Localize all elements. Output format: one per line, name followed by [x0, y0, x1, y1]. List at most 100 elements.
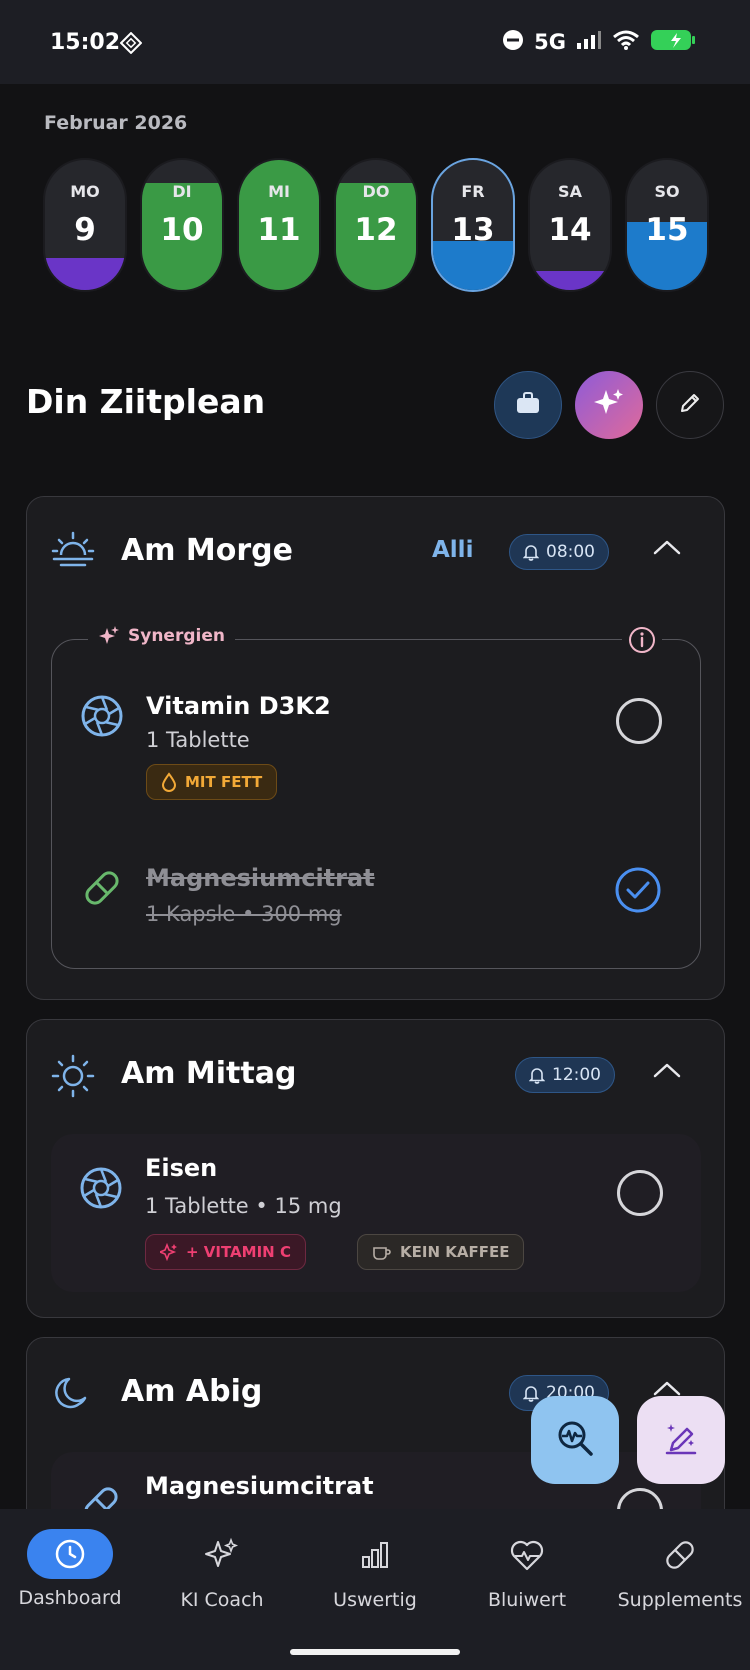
bell-icon: [523, 1386, 539, 1402]
item-dose: 1 Kapsle • 300 mg: [146, 902, 342, 926]
sparkle-icon: [160, 1243, 177, 1261]
home-indicator: [290, 1649, 460, 1655]
nav-label: Supplements: [617, 1589, 743, 1611]
section-noon: Am Mittag 12:00 Eisen 1 Tablette • 15 mg…: [26, 1019, 725, 1318]
section-morning: Am Morge Alli 08:00 Synergien Vitamin D3…: [26, 496, 725, 1000]
list-item[interactable]: Eisen 1 Tablette • 15 mg + VITAMIN C KEI…: [51, 1134, 701, 1292]
day-number: 13: [451, 212, 495, 248]
signal-icon: [576, 30, 602, 54]
item-name: Magnesiumcitrat: [146, 864, 375, 892]
tag-with-fat: MIT FETT: [146, 764, 278, 800]
nav-ki-coach[interactable]: KI Coach: [152, 1529, 292, 1611]
day-number: 14: [548, 212, 592, 248]
day-label: MO: [70, 182, 100, 201]
day-pill-fr[interactable]: FR 13: [431, 158, 515, 292]
day-pill-so[interactable]: SO 15: [625, 158, 709, 292]
edit-button[interactable]: [656, 371, 724, 439]
sparkle-icon: [99, 626, 119, 644]
wifi-icon: [612, 29, 640, 55]
briefcase-icon: [515, 391, 541, 419]
drop-icon: [161, 772, 177, 792]
moon-icon: [51, 1374, 91, 1418]
coffee-cup-icon: [373, 1247, 391, 1260]
shop-button[interactable]: [494, 371, 562, 439]
synergy-label: Synergien: [88, 625, 235, 647]
bell-icon: [529, 1068, 545, 1084]
collapse-chevron-icon[interactable]: [652, 533, 682, 567]
info-icon[interactable]: [622, 626, 662, 658]
item-name: Vitamin D3K2: [146, 692, 331, 720]
day-label: MI: [268, 182, 290, 201]
nav-label: Dashboard: [18, 1587, 122, 1609]
sun-icon: [51, 1054, 95, 1102]
day-label: SA: [558, 182, 582, 201]
tag-label: KEIN KAFFEE: [400, 1243, 510, 1261]
journal-fab-button[interactable]: [637, 1396, 725, 1484]
nav-label: Uswertig: [333, 1589, 417, 1611]
sunrise-icon: [51, 531, 95, 575]
network-type: 5G: [534, 30, 566, 54]
heart-pulse-icon: [457, 1529, 597, 1581]
day-number: 12: [354, 212, 398, 248]
section-header[interactable]: Am Mittag 12:00: [27, 1020, 724, 1130]
day-pill-do[interactable]: DO 12: [334, 158, 418, 292]
day-pill-di[interactable]: DI 10: [140, 158, 224, 292]
item-dose: 1 Tablette: [146, 728, 250, 752]
capsule-icon: [610, 1529, 750, 1581]
day-pill-mi[interactable]: MI 11: [237, 158, 321, 292]
section-header[interactable]: Am Morge Alli 08:00: [27, 497, 724, 607]
status-time: 15:02: [50, 30, 121, 55]
ai-suggest-button[interactable]: [575, 371, 643, 439]
bell-icon: [523, 545, 539, 561]
sparkle-icon: [592, 386, 626, 424]
bottom-navigation: Dashboard KI Coach Uswertig Bluiwert Sup…: [0, 1509, 750, 1670]
nav-bluiwert[interactable]: Bluiwert: [457, 1529, 597, 1611]
tag-no-coffee: KEIN KAFFEE: [357, 1234, 525, 1270]
reminder-time: 08:00: [546, 542, 595, 562]
item-name: Magnesiumcitrat: [145, 1472, 374, 1500]
day-number: 9: [74, 212, 96, 248]
status-bar: 15:02 5G: [0, 0, 750, 84]
item-name: Eisen: [145, 1154, 218, 1182]
nav-supplements[interactable]: Supplements: [610, 1529, 750, 1611]
day-number: 10: [160, 212, 204, 248]
reminder-badge[interactable]: 12:00: [515, 1057, 615, 1093]
dnd-icon: [502, 29, 524, 55]
check-all-button[interactable]: Alli: [432, 537, 473, 563]
reminder-badge[interactable]: 08:00: [509, 534, 609, 570]
tag-label: + VITAMIN C: [186, 1243, 291, 1261]
section-title: Am Morge: [121, 533, 294, 568]
collapse-chevron-icon[interactable]: [652, 1056, 682, 1090]
section-title: Am Abig: [121, 1374, 263, 1409]
tag-label: MIT FETT: [185, 773, 263, 791]
day-label: DO: [362, 182, 390, 201]
nav-dashboard[interactable]: Dashboard: [0, 1529, 140, 1609]
aperture-icon: [79, 1166, 123, 1214]
aperture-icon: [80, 694, 124, 742]
month-label: Februar 2026: [44, 112, 188, 134]
synergy-group: Synergien Vitamin D3K2 1 Tablette MIT FE…: [51, 625, 701, 969]
day-number: 15: [645, 212, 689, 248]
section-header[interactable]: Am Abig 20:00: [27, 1338, 724, 1448]
magic-pen-icon: [663, 1420, 699, 1460]
nav-uswertig[interactable]: Uswertig: [305, 1529, 445, 1611]
checkbox-unchecked[interactable]: [616, 698, 662, 744]
day-label: SO: [654, 182, 680, 201]
day-pill-mo[interactable]: MO 9: [43, 158, 127, 292]
nav-label: KI Coach: [180, 1589, 264, 1611]
day-number: 11: [257, 212, 301, 248]
day-label: DI: [172, 182, 192, 201]
battery-icon: [650, 28, 700, 56]
app-indicator-icon: [119, 31, 143, 58]
checkbox-checked[interactable]: [614, 866, 662, 918]
tag-vitamin-c: + VITAMIN C: [145, 1234, 306, 1270]
item-dose: 1 Tablette • 15 mg: [145, 1194, 342, 1218]
checkbox-unchecked[interactable]: [617, 1170, 663, 1216]
analysis-fab-button[interactable]: [531, 1396, 619, 1484]
day-pill-sa[interactable]: SA 14: [528, 158, 612, 292]
nav-label: Bluiwert: [487, 1589, 567, 1611]
clock-icon: [27, 1529, 113, 1579]
week-day-selector: MO 9 DI 10 MI 11 DO 12 FR 13 SA 14 SO 15: [43, 158, 709, 292]
page-title: Din Ziitplean: [26, 382, 266, 421]
bar-chart-icon: [305, 1529, 445, 1581]
